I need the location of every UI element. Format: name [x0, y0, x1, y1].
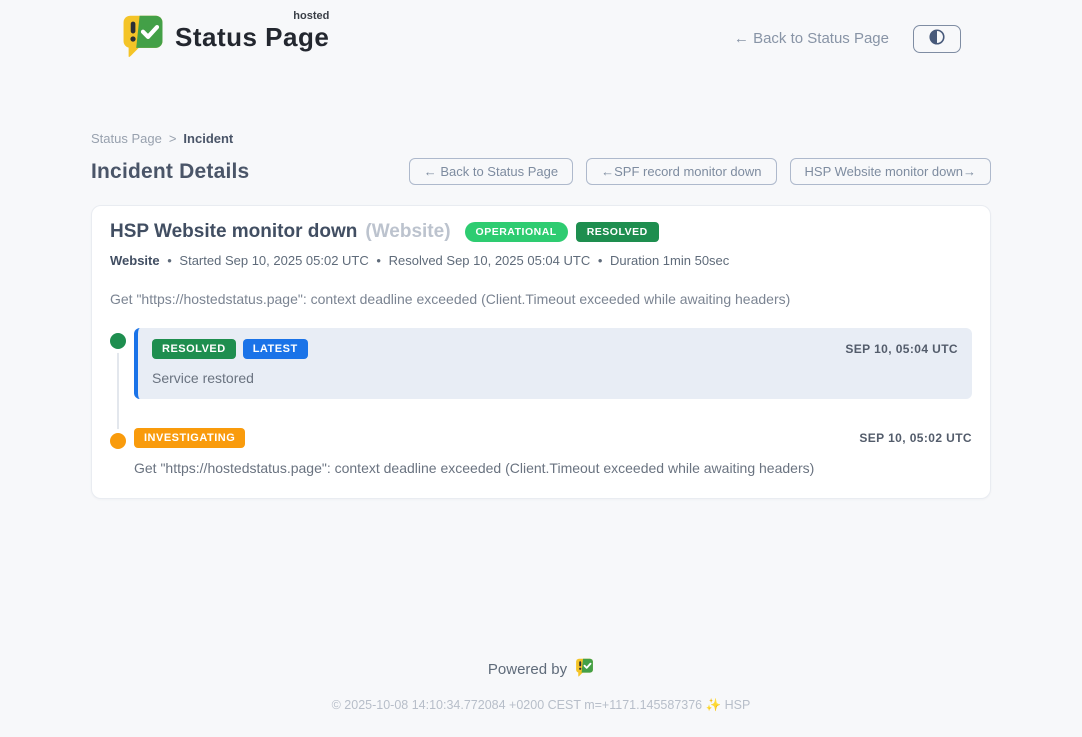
update-status-badge-resolved: RESOLVED	[152, 339, 236, 359]
main-content: Status Page > Incident Incident Details …	[91, 63, 991, 499]
circle-half-icon	[928, 28, 946, 49]
timeline-highlighted-update: RESOLVED LATEST SEP 10, 05:04 UTC Servic…	[134, 328, 972, 399]
operational-status-badge: OPERATIONAL	[465, 222, 568, 242]
update-latest-badge: LATEST	[243, 339, 308, 359]
header: Status Page hosted ← Back to Status Page	[121, 0, 961, 63]
breadcrumb: Status Page > Incident	[91, 131, 991, 146]
powered-by-label: Powered by	[488, 661, 567, 678]
meta-started: Started Sep 10, 2025 05:02 UTC	[179, 253, 368, 268]
meta-resolved: Resolved Sep 10, 2025 05:04 UTC	[389, 253, 591, 268]
incident-title: HSP Website monitor down	[110, 221, 357, 243]
breadcrumb-status-page[interactable]: Status Page	[91, 131, 162, 146]
timeline-entry-resolved: RESOLVED LATEST SEP 10, 05:04 UTC Servic…	[110, 328, 972, 399]
incident-meta: Website • Started Sep 10, 2025 05:02 UTC…	[110, 253, 972, 268]
header-back-to-status-page-link[interactable]: ← Back to Status Page	[734, 30, 889, 47]
logo-hosted-superscript: hosted	[293, 10, 329, 22]
resolved-status-badge: RESOLVED	[576, 222, 659, 242]
back-to-status-page-button[interactable]: ← Back to Status Page	[409, 158, 573, 185]
incident-nav-buttons: ← Back to Status Page ←SPF record monito…	[409, 158, 991, 185]
breadcrumb-incident: Incident	[183, 131, 233, 146]
breadcrumb-separator: >	[169, 131, 177, 146]
incident-description: Get "https://hostedstatus.page": context…	[110, 291, 972, 307]
incident-service: (Website)	[365, 221, 450, 243]
meta-duration: Duration 1min 50sec	[610, 253, 729, 268]
update-message: Get "https://hostedstatus.page": context…	[134, 460, 972, 476]
page-title: Incident Details	[91, 160, 249, 184]
copyright-line: © 2025-10-08 14:10:34.772084 +0200 CEST …	[0, 698, 1082, 713]
timeline-dot-investigating	[110, 433, 126, 449]
incident-card: HSP Website monitor down (Website) OPERA…	[91, 205, 991, 499]
next-incident-button[interactable]: HSP Website monitor down→	[790, 158, 991, 185]
app-logo[interactable]: Status Page hosted	[121, 14, 329, 63]
logo-title: Status Page	[175, 22, 329, 52]
timeline-dot-resolved	[110, 333, 126, 349]
footer: Powered by © 2025-10-08 14:10:34.772084 …	[0, 658, 1082, 737]
timeline-entry-investigating: INVESTIGATING SEP 10, 05:02 UTC Get "htt…	[110, 428, 972, 476]
theme-toggle-button[interactable]	[913, 25, 961, 53]
meta-service-name: Website	[110, 253, 160, 268]
status-page-logo-icon	[121, 14, 165, 63]
incident-timeline: RESOLVED LATEST SEP 10, 05:04 UTC Servic…	[110, 328, 972, 476]
update-message: Service restored	[152, 370, 958, 386]
update-timestamp: SEP 10, 05:04 UTC	[845, 342, 958, 356]
update-timestamp: SEP 10, 05:02 UTC	[859, 431, 972, 445]
prev-incident-button[interactable]: ←SPF record monitor down	[586, 158, 776, 185]
update-status-badge-investigating: INVESTIGATING	[134, 428, 245, 448]
status-page-logo-icon-small[interactable]	[575, 658, 594, 681]
